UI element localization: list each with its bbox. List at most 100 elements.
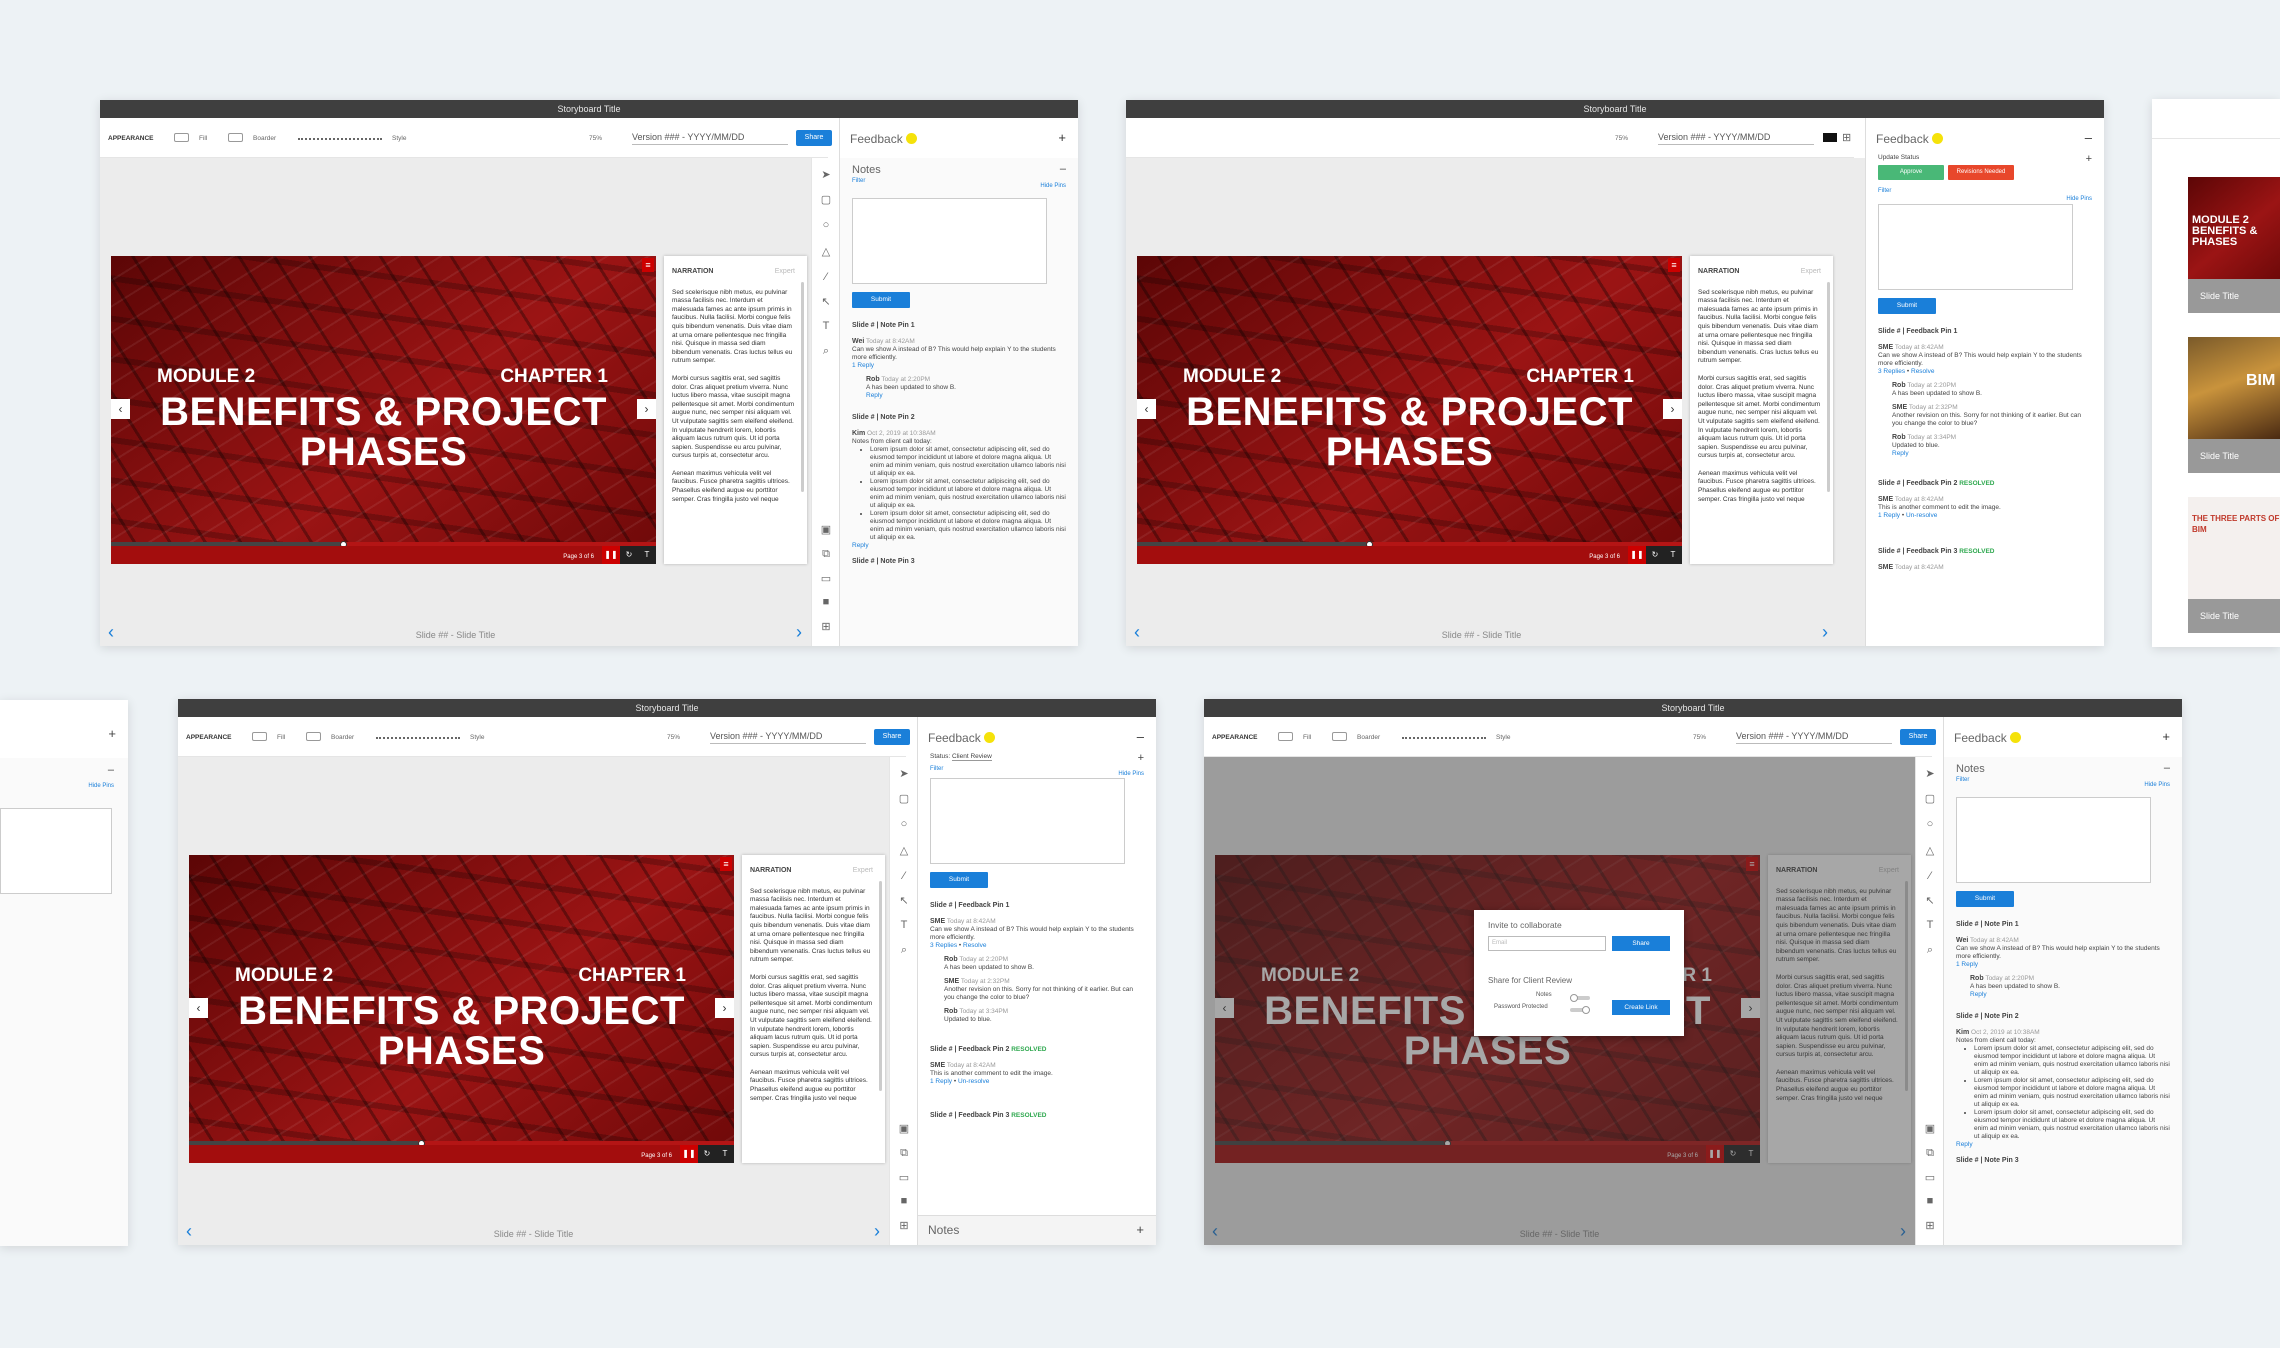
reply-link[interactable]: Reply xyxy=(852,542,869,549)
hide-pins-link[interactable]: Hide Pins xyxy=(1118,771,1144,777)
image-icon[interactable]: ▭ xyxy=(1923,1171,1937,1184)
slide-preview[interactable]: ≡ MODULE 2 CHAPTER 1 BENEFITS & PROJECTP… xyxy=(1137,256,1682,564)
cursor-icon[interactable]: ➤ xyxy=(1923,767,1937,780)
email-input[interactable]: Email xyxy=(1488,936,1606,951)
grid-icon[interactable]: ⊞ xyxy=(1923,1219,1937,1232)
zoom-select[interactable]: 75% xyxy=(667,734,680,741)
arrow-icon[interactable]: ↖ xyxy=(897,894,911,907)
share-button[interactable]: Share xyxy=(1900,729,1936,745)
color-swatch-icon[interactable]: ■ xyxy=(897,1195,911,1207)
modal-share-button[interactable]: Share xyxy=(1612,936,1670,951)
collapse-feedback-button[interactable]: – xyxy=(2085,130,2092,145)
filter-dropdown[interactable]: Filter xyxy=(1878,188,2092,194)
create-link-button[interactable]: Create Link xyxy=(1612,1000,1670,1015)
circle-icon[interactable]: ○ xyxy=(1923,818,1937,830)
camera-icon[interactable]: ▣ xyxy=(819,523,833,536)
circle-icon[interactable]: ○ xyxy=(819,219,833,231)
collapse-notes-button[interactable]: – xyxy=(1060,163,1066,175)
zoom-icon[interactable]: ⌕ xyxy=(897,944,911,957)
zoom-icon[interactable]: ⌕ xyxy=(819,345,833,358)
zoom-select[interactable]: 75% xyxy=(1615,135,1628,142)
rectangle-icon[interactable]: ▢ xyxy=(897,792,911,805)
filter-dropdown[interactable]: Filter xyxy=(1956,777,2170,783)
image-icon[interactable]: ▭ xyxy=(897,1171,911,1184)
reply-link[interactable]: Reply xyxy=(1892,450,1909,457)
camera-icon[interactable]: ▣ xyxy=(1923,1122,1937,1135)
rectangle-icon[interactable]: ▢ xyxy=(819,193,833,206)
note-textarea[interactable] xyxy=(1956,797,2151,883)
cursor-icon[interactable]: ➤ xyxy=(819,168,833,181)
notes-collapsed-bar[interactable]: Notes + xyxy=(918,1215,1156,1245)
slide-preview[interactable]: ≡ MODULE 2 CHAPTER 1 BENEFITS & PROJECTP… xyxy=(189,855,734,1163)
slide-prev-arrow-icon[interactable]: ‹ xyxy=(1137,399,1156,419)
version-select[interactable]: Version ### - YYYY/MM/DD xyxy=(710,730,866,744)
hide-pins-link[interactable]: Hide Pins xyxy=(88,783,114,789)
narration-expand[interactable]: Expert xyxy=(1801,268,1821,277)
slide-thumbnail[interactable]: BIM Slide Title xyxy=(2188,337,2280,473)
resolve-link[interactable]: Resolve xyxy=(963,942,986,949)
style-dropdown[interactable] xyxy=(376,731,460,739)
notes-toggle[interactable] xyxy=(1570,994,1590,1002)
reply-link[interactable]: Reply xyxy=(1970,991,1987,998)
layers-icon[interactable]: ⧉ xyxy=(819,548,833,561)
add-status-button[interactable]: + xyxy=(1138,752,1144,764)
add-feedback-button[interactable]: + xyxy=(108,726,116,741)
collapse-notes-button[interactable]: – xyxy=(2164,762,2170,774)
text-icon[interactable]: T xyxy=(716,1145,734,1163)
slide-thumbnail[interactable]: MODULE 2 BENEFITS & PHASES Slide Title xyxy=(2188,177,2280,313)
color-swatch-icon[interactable]: ■ xyxy=(819,596,833,608)
layers-icon[interactable]: ⧉ xyxy=(897,1147,911,1160)
add-feedback-button[interactable]: + xyxy=(2162,729,2170,744)
slide-next-arrow-icon[interactable]: › xyxy=(715,998,734,1018)
border-checkbox[interactable] xyxy=(306,732,321,741)
triangle-icon[interactable]: △ xyxy=(1923,844,1937,857)
text-tool-icon[interactable]: T xyxy=(897,919,911,931)
arrow-icon[interactable]: ↖ xyxy=(1923,894,1937,907)
pause-icon[interactable]: ❚❚ xyxy=(680,1145,698,1163)
share-button[interactable]: Share xyxy=(796,130,832,146)
fill-checkbox[interactable] xyxy=(174,133,189,142)
layers-icon[interactable]: ⧉ xyxy=(1923,1147,1937,1160)
version-select[interactable]: Version ### - YYYY/MM/DD xyxy=(632,131,788,145)
revisions-needed-button[interactable]: Revisions Needed xyxy=(1948,165,2014,180)
narration-scrollbar[interactable] xyxy=(1827,282,1830,492)
add-feedback-button[interactable]: + xyxy=(1058,130,1066,145)
reply-link[interactable]: Reply xyxy=(866,392,883,399)
color-swatch-icon[interactable]: ■ xyxy=(1923,1195,1937,1207)
filter-dropdown[interactable]: Filter xyxy=(930,766,1144,772)
add-status-button[interactable]: + xyxy=(2086,153,2092,165)
expand-notes-button[interactable]: + xyxy=(1136,1222,1144,1237)
line-icon[interactable]: ⁄ xyxy=(819,271,833,283)
zoom-select[interactable]: 75% xyxy=(1693,734,1706,741)
hide-pins-link[interactable]: Hide Pins xyxy=(2144,782,2170,788)
replies-link[interactable]: 1 Reply xyxy=(930,1078,952,1085)
status-dropdown[interactable]: Client Review xyxy=(952,753,992,761)
submit-button[interactable]: Submit xyxy=(852,292,910,308)
arrow-icon[interactable]: ↖ xyxy=(819,295,833,308)
note-textarea[interactable] xyxy=(0,808,112,894)
resolve-link[interactable]: Resolve xyxy=(1911,368,1934,375)
fill-checkbox[interactable] xyxy=(252,732,267,741)
narration-expand[interactable]: Expert xyxy=(775,268,795,277)
line-icon[interactable]: ⁄ xyxy=(897,870,911,882)
next-slide-icon[interactable]: › xyxy=(1822,622,1828,643)
hide-pins-link[interactable]: Hide Pins xyxy=(2066,196,2092,202)
next-slide-icon[interactable]: › xyxy=(874,1221,880,1242)
collapse-feedback-button[interactable]: – xyxy=(1137,729,1144,744)
slide-preview[interactable]: ≡ MODULE 2 CHAPTER 1 BENEFITS & PROJECTP… xyxy=(111,256,656,564)
style-dropdown[interactable] xyxy=(298,132,382,140)
border-checkbox[interactable] xyxy=(228,133,243,142)
border-checkbox[interactable] xyxy=(1332,732,1347,741)
slide-thumbnail[interactable]: THE THREE PARTS OF BIM Slide Title xyxy=(2188,497,2280,633)
pause-icon[interactable]: ❚❚ xyxy=(1628,546,1646,564)
rectangle-icon[interactable]: ▢ xyxy=(1923,792,1937,805)
collapse-notes-button[interactable]: – xyxy=(108,764,114,776)
slide-menu-icon[interactable]: ≡ xyxy=(720,857,732,871)
unresolve-link[interactable]: Un-resolve xyxy=(1906,512,1937,519)
approve-button[interactable]: Approve xyxy=(1878,165,1944,180)
reply-link[interactable]: Reply xyxy=(1956,1141,1973,1148)
filter-dropdown[interactable]: Filter xyxy=(852,178,1066,184)
submit-button[interactable]: Submit xyxy=(1878,298,1936,314)
version-select[interactable]: Version ### - YYYY/MM/DD xyxy=(1658,131,1814,145)
text-tool-icon[interactable]: T xyxy=(1923,919,1937,931)
